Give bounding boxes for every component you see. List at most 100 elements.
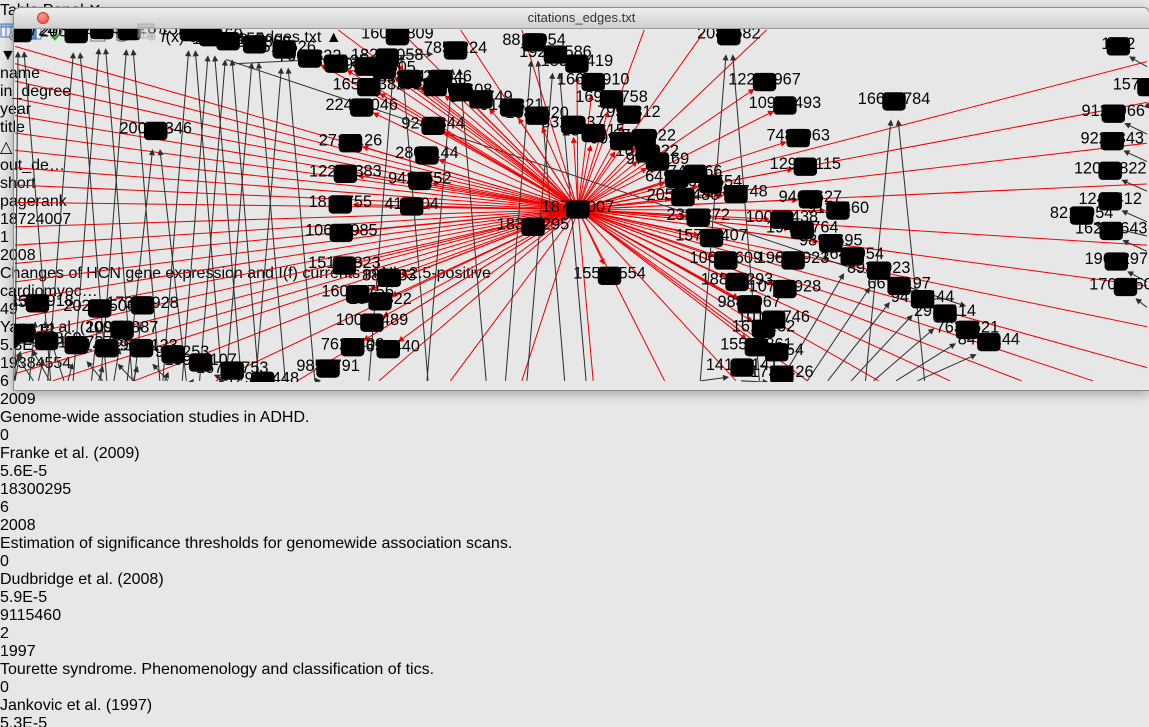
svg-text:10756928: 10756928	[749, 278, 822, 296]
graph-node[interactable]: 15584554	[573, 264, 646, 285]
graph-node[interactable]: 2087682	[697, 29, 760, 45]
graph-node[interactable]: 12213967	[728, 71, 801, 92]
graph-node[interactable]: 1810755	[309, 193, 372, 214]
graph-node[interactable]: 17359928	[106, 294, 179, 315]
svg-text:9242844: 9242844	[401, 114, 464, 132]
svg-text:9857791: 9857791	[296, 357, 359, 375]
graph-node[interactable]: 18724007	[542, 198, 615, 219]
svg-text:12923448: 12923448	[227, 369, 300, 381]
graph-node[interactable]: 15751074	[1113, 76, 1149, 97]
table-cell: 0	[0, 679, 66, 697]
graph-node[interactable]: 2718126	[319, 132, 382, 153]
svg-text:417004: 417004	[384, 195, 438, 213]
graph-node[interactable]: 16210643	[1075, 219, 1148, 240]
svg-text:7857224: 7857224	[424, 39, 487, 57]
table-cell: 2009	[0, 391, 75, 409]
svg-text:1615152: 1615152	[732, 317, 795, 335]
svg-text:9899695: 9899695	[799, 232, 862, 250]
svg-text:2935114: 2935114	[914, 302, 976, 320]
graph-node[interactable]: 417004	[384, 195, 438, 216]
svg-text:7955812: 7955812	[597, 103, 660, 121]
svg-text:10654985: 10654985	[305, 221, 378, 239]
graph-node[interactable]: 2386372	[667, 206, 730, 227]
network-canvas[interactable]: 1405572420691406106532871527602646616010…	[14, 29, 1149, 382]
table-cell: Franke et al. (2009)	[0, 445, 170, 463]
graph-node[interactable]: 7857224	[424, 39, 487, 60]
graph-node[interactable]: 8471144	[958, 331, 1020, 352]
svg-text:10973493: 10973493	[749, 94, 822, 112]
graph-node[interactable]: 887833	[362, 266, 416, 287]
table-cell: Tourette syndrome. Phenomenology and cla…	[0, 661, 520, 679]
svg-text:20053346: 20053346	[119, 120, 192, 138]
graph-node[interactable]: 10973493	[749, 94, 822, 115]
graph-node[interactable]: 22420046	[325, 96, 398, 117]
table-cell: 6	[0, 499, 67, 517]
graph-node[interactable]: 1112	[1101, 35, 1135, 56]
window-titlebar[interactable]: citations_edges.txt	[14, 8, 1149, 29]
svg-text:15720407: 15720407	[675, 227, 748, 245]
graph-node[interactable]: 18300295	[497, 215, 570, 236]
graph-node[interactable]: 9227343	[1081, 130, 1144, 151]
svg-text:252254: 252254	[750, 341, 804, 359]
graph-node[interactable]: 9129966	[1082, 102, 1145, 123]
graph-node[interactable]: 16648784	[858, 90, 931, 111]
svg-text:1112: 1112	[1101, 35, 1135, 53]
graph-node[interactable]: 20053346	[119, 120, 192, 141]
svg-text:1733426: 1733426	[750, 363, 813, 381]
svg-text:16053809: 16053809	[361, 29, 434, 43]
svg-text:1691440: 1691440	[357, 338, 420, 356]
delete-table-icon	[137, 22, 157, 42]
svg-text:18724007: 18724007	[542, 198, 615, 216]
graph-node[interactable]: 1080748	[704, 183, 767, 204]
graph-node[interactable]: 12093822	[1074, 159, 1147, 180]
svg-text:1810755: 1810755	[309, 193, 372, 211]
graph-node[interactable]: 12975115	[770, 155, 841, 176]
svg-text:9129966: 9129966	[1082, 102, 1145, 120]
table-cell: 1997	[0, 643, 75, 661]
graph-node[interactable]: 1691440	[357, 338, 420, 359]
svg-text:10688609: 10688609	[690, 249, 763, 267]
graph-node[interactable]: 252254	[750, 341, 804, 362]
graph-node[interactable]: 1733426	[750, 363, 813, 382]
graph-node[interactable]: 10099489	[336, 311, 409, 332]
svg-text:10975887: 10975887	[86, 318, 159, 336]
application-window: citations_edges.txt 14055724206914061065…	[0, 0, 1149, 727]
graph-node[interactable]: 10756928	[749, 278, 822, 299]
graph-node[interactable]: 12213383	[309, 162, 382, 183]
graph-node[interactable]: 10654985	[305, 221, 378, 242]
table-cell: 5.9E-5	[0, 589, 95, 607]
graph-node[interactable]: 9857791	[296, 357, 359, 378]
table-cell: Genome-wide association studies in ADHD.	[0, 409, 520, 427]
graph-node[interactable]: 9427552	[388, 169, 451, 190]
table-cell: 18300295	[0, 481, 88, 499]
graph-node[interactable]: 2803144	[395, 144, 458, 165]
svg-text:15751074: 15751074	[1113, 76, 1149, 94]
graph-node[interactable]: 1969297	[1085, 250, 1148, 271]
graph-node[interactable]: 15720407	[675, 227, 748, 248]
svg-text:2087682: 2087682	[697, 29, 760, 43]
svg-text:12093822: 12093822	[1074, 159, 1147, 177]
graph-node[interactable]: 1549822	[348, 290, 411, 311]
graph-node[interactable]: 10688609	[690, 249, 763, 270]
table-row[interactable]: 1830029562008Estimation of significance …	[0, 481, 1149, 607]
graph-node[interactable]: 16053809	[361, 29, 434, 45]
graph-node[interactable]: 9242844	[401, 114, 464, 135]
svg-text:15584554: 15584554	[573, 264, 646, 282]
table-cell: 2008	[0, 517, 75, 535]
graph-node[interactable]: 12923448	[227, 369, 300, 381]
svg-text:9227343: 9227343	[1081, 130, 1144, 148]
svg-text:16640910: 16640910	[557, 71, 630, 89]
svg-text:7485063: 7485063	[766, 127, 829, 145]
graph-node[interactable]: 19654923	[757, 249, 830, 270]
table-cell: 2	[0, 625, 67, 643]
table-row[interactable]: 911546021997Tourette syndrome. Phenomeno…	[0, 607, 1149, 727]
graph-node[interactable]: 17016504	[1089, 276, 1149, 297]
table-cell: Dudbridge et al. (2008)	[0, 571, 170, 589]
svg-text:12213967: 12213967	[728, 71, 801, 89]
svg-text:1080748: 1080748	[704, 183, 767, 201]
svg-text:887833: 887833	[362, 266, 416, 284]
graph-node[interactable]: 7485063	[766, 127, 829, 148]
svg-text:2718126: 2718126	[319, 132, 382, 150]
window-title: citations_edges.txt	[14, 10, 1149, 25]
svg-text:16210643: 16210643	[1075, 219, 1148, 237]
